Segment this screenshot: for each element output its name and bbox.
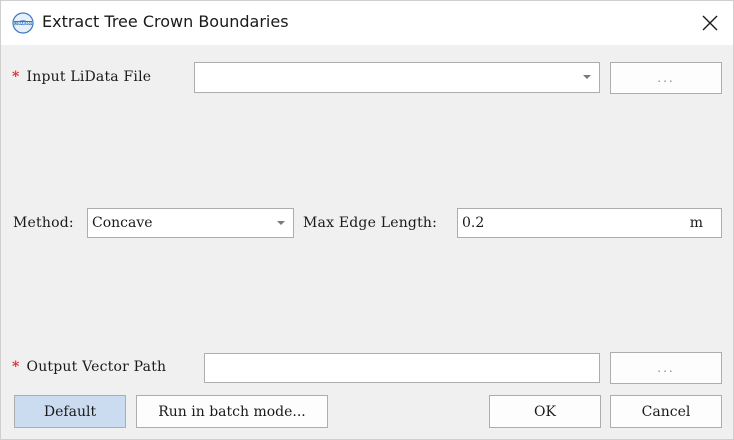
max-edge-label: Max Edge Length: <box>303 215 438 231</box>
chevron-down-icon <box>583 75 591 79</box>
output-path-label: * Output Vector Path <box>12 359 166 375</box>
max-edge-input[interactable]: 0.2 m <box>457 208 722 238</box>
max-edge-unit: m <box>689 215 703 231</box>
max-edge-value: 0.2 <box>462 215 485 231</box>
input-file-combo[interactable] <box>194 62 600 93</box>
cancel-button[interactable]: Cancel <box>610 395 722 428</box>
app-logo-icon: LIDAR360 <box>12 12 34 34</box>
input-file-label-text: Input LiData File <box>26 69 152 85</box>
dialog-window: LIDAR360 Extract Tree Crown Boundaries *… <box>0 0 734 440</box>
output-path-input[interactable] <box>204 353 600 383</box>
method-value: Concave <box>92 215 153 231</box>
close-button[interactable] <box>687 1 733 45</box>
input-browse-button[interactable]: ... <box>610 62 722 94</box>
chevron-down-icon <box>277 221 285 225</box>
output-browse-button[interactable]: ... <box>610 352 722 384</box>
default-button[interactable]: Default <box>14 395 126 428</box>
close-icon <box>702 15 718 31</box>
input-file-label: * Input LiData File <box>12 69 151 85</box>
required-marker: * <box>12 359 20 375</box>
svg-text:LIDAR360: LIDAR360 <box>14 21 32 25</box>
window-title: Extract Tree Crown Boundaries <box>42 12 289 31</box>
batch-mode-button[interactable]: Run in batch mode... <box>136 395 328 428</box>
output-path-label-text: Output Vector Path <box>26 359 167 375</box>
required-marker: * <box>12 69 20 85</box>
method-label: Method: <box>13 215 74 231</box>
title-bar: LIDAR360 Extract Tree Crown Boundaries <box>1 1 733 45</box>
method-combo[interactable]: Concave <box>87 208 294 238</box>
ok-button[interactable]: OK <box>489 395 601 428</box>
